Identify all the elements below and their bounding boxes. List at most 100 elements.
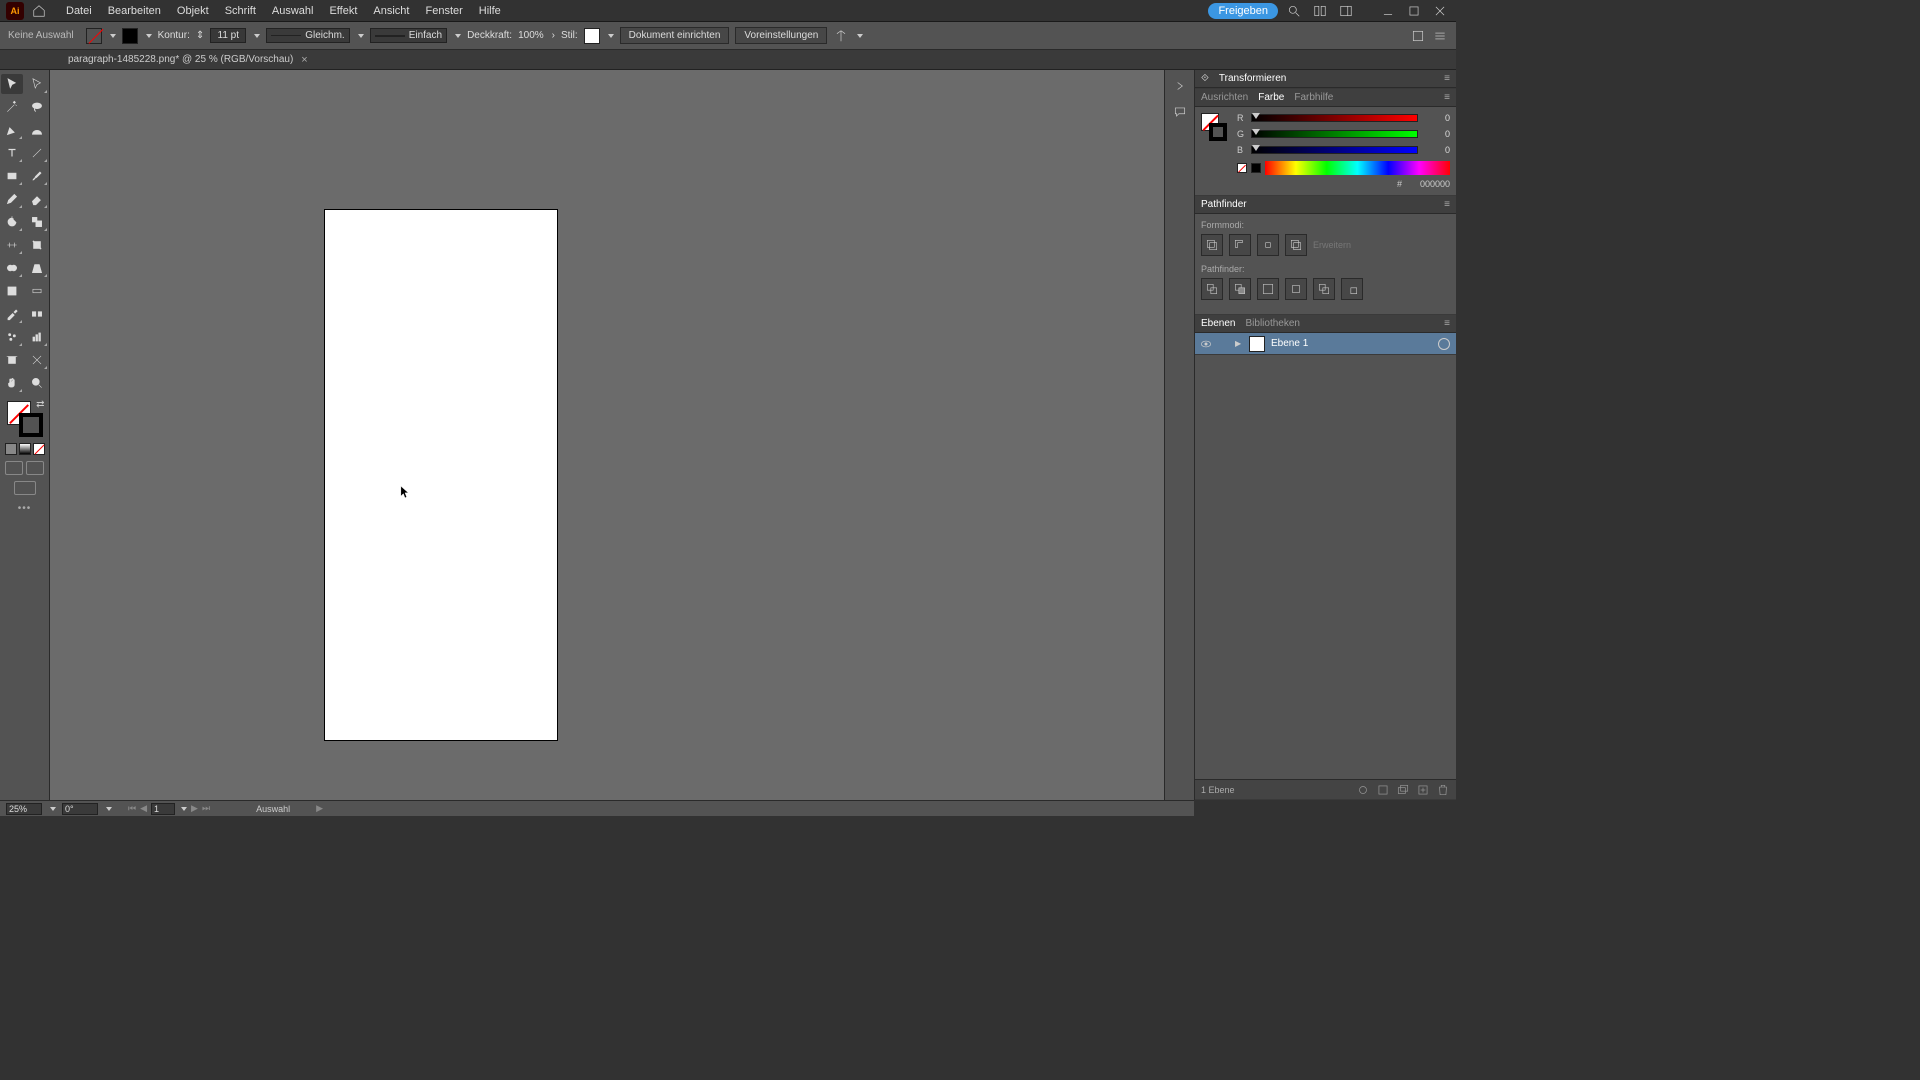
menu-help[interactable]: Hilfe [471,0,509,22]
screen-mode-icon[interactable] [14,481,36,495]
chevron-down-icon[interactable] [857,34,863,38]
g-value[interactable]: 0 [1424,129,1450,139]
divide-button[interactable] [1201,278,1223,300]
symbol-sprayer-tool[interactable] [1,327,23,347]
slice-tool[interactable] [26,350,48,370]
zoom-tool[interactable] [26,373,48,393]
options-menu-icon[interactable] [1432,28,1448,44]
visibility-toggle-icon[interactable] [1195,337,1217,351]
align-to-icon[interactable] [833,28,849,44]
chevron-down-icon[interactable] [146,34,152,38]
share-button[interactable]: Freigeben [1208,3,1278,19]
document-setup-button[interactable]: Dokument einrichten [620,27,730,44]
close-icon[interactable] [1430,3,1450,19]
rotation-input[interactable] [62,803,98,815]
transform-tab[interactable]: Transformieren [1219,73,1286,84]
pathfinder-tab[interactable]: Pathfinder [1201,199,1247,210]
perspective-tool[interactable] [26,258,48,278]
artboard[interactable] [325,210,557,740]
fill-swatch[interactable] [86,28,102,44]
rectangle-tool[interactable] [1,166,23,186]
menu-edit[interactable]: Bearbeiten [100,0,169,22]
blend-tool[interactable] [26,304,48,324]
comments-panel-icon[interactable] [1170,102,1190,122]
chevron-down-icon[interactable] [50,807,56,811]
edit-toolbar-icon[interactable]: ••• [18,503,32,514]
unite-button[interactable] [1201,234,1223,256]
zoom-input[interactable] [6,803,42,815]
line-tool[interactable] [26,143,48,163]
chevron-down-icon[interactable] [110,34,116,38]
intersect-button[interactable] [1257,234,1279,256]
type-tool[interactable] [1,143,23,163]
menu-effect[interactable]: Effekt [321,0,365,22]
panel-menu-icon[interactable]: ≡ [1444,199,1450,210]
close-tab-icon[interactable]: × [301,54,307,66]
brush-dropdown[interactable]: Einfach [370,28,447,43]
chevron-down-icon[interactable] [254,34,260,38]
last-artboard-icon[interactable]: ⏭ [202,803,210,814]
style-swatch[interactable] [584,28,600,44]
chevron-down-icon[interactable] [608,34,614,38]
rotate-tool[interactable] [1,212,23,232]
stroke-color-icon[interactable] [19,413,43,437]
trim-button[interactable] [1229,278,1251,300]
new-sublayer-icon[interactable] [1396,783,1410,797]
layer-name[interactable]: Ebene 1 [1271,338,1308,349]
draw-behind-icon[interactable] [26,461,44,475]
panel-menu-icon[interactable]: ≡ [1444,92,1450,103]
new-layer-icon[interactable] [1416,783,1430,797]
hand-tool[interactable] [1,373,23,393]
hex-input[interactable]: 000000 [1406,179,1450,189]
workspace-icon[interactable] [1336,3,1356,19]
stroke-profile-dropdown[interactable]: Gleichm. [266,28,349,43]
draw-normal-icon[interactable] [5,461,23,475]
target-icon[interactable] [1438,338,1450,350]
eraser-tool[interactable] [26,189,48,209]
canvas[interactable] [50,70,1164,800]
pen-tool[interactable] [1,120,23,140]
arrange-docs-icon[interactable] [1310,3,1330,19]
black-swatch-icon[interactable] [1251,163,1261,173]
b-value[interactable]: 0 [1424,145,1450,155]
color-mode-icon[interactable] [5,443,17,455]
magic-wand-tool[interactable] [1,97,23,117]
menu-window[interactable]: Fenster [417,0,470,22]
chevron-down-icon[interactable] [455,34,461,38]
curvature-tool[interactable] [26,120,48,140]
b-slider[interactable] [1251,146,1418,154]
stroke-width-input[interactable] [210,28,246,43]
layers-tab[interactable]: Ebenen [1201,318,1235,329]
graph-tool[interactable] [26,327,48,347]
status-menu-icon[interactable]: ▶ [316,803,323,814]
eyedropper-tool[interactable] [1,304,23,324]
maximize-icon[interactable] [1404,3,1424,19]
scale-tool[interactable] [26,212,48,232]
outline-button[interactable] [1313,278,1335,300]
shape-builder-tool[interactable] [1,258,23,278]
menu-view[interactable]: Ansicht [365,0,417,22]
selection-tool[interactable] [1,74,23,94]
search-icon[interactable] [1284,3,1304,19]
delete-layer-icon[interactable] [1436,783,1450,797]
minimize-icon[interactable] [1378,3,1398,19]
exclude-button[interactable] [1285,234,1307,256]
fill-stroke-control[interactable]: ⇄ [5,399,45,439]
align-tab[interactable]: Ausrichten [1201,92,1248,103]
g-slider[interactable] [1251,130,1418,138]
menu-type[interactable]: Schrift [217,0,264,22]
pencil-tool[interactable] [1,189,23,209]
mesh-tool[interactable] [1,281,23,301]
direct-selection-tool[interactable] [26,74,48,94]
color-guide-tab[interactable]: Farbhilfe [1294,92,1333,103]
chevron-down-icon[interactable] [181,807,187,811]
swap-fill-stroke-icon[interactable]: ⇄ [36,399,44,410]
first-artboard-icon[interactable]: ⏮ [128,803,136,814]
artboard-tool[interactable] [1,350,23,370]
gradient-tool[interactable] [26,281,48,301]
stroke-stepper-icon[interactable]: ⇕ [196,30,204,41]
color-spectrum[interactable] [1265,161,1450,175]
r-value[interactable]: 0 [1424,113,1450,123]
layer-row[interactable]: ▶ Ebene 1 [1195,333,1456,355]
preferences-button[interactable]: Voreinstellungen [735,27,827,44]
